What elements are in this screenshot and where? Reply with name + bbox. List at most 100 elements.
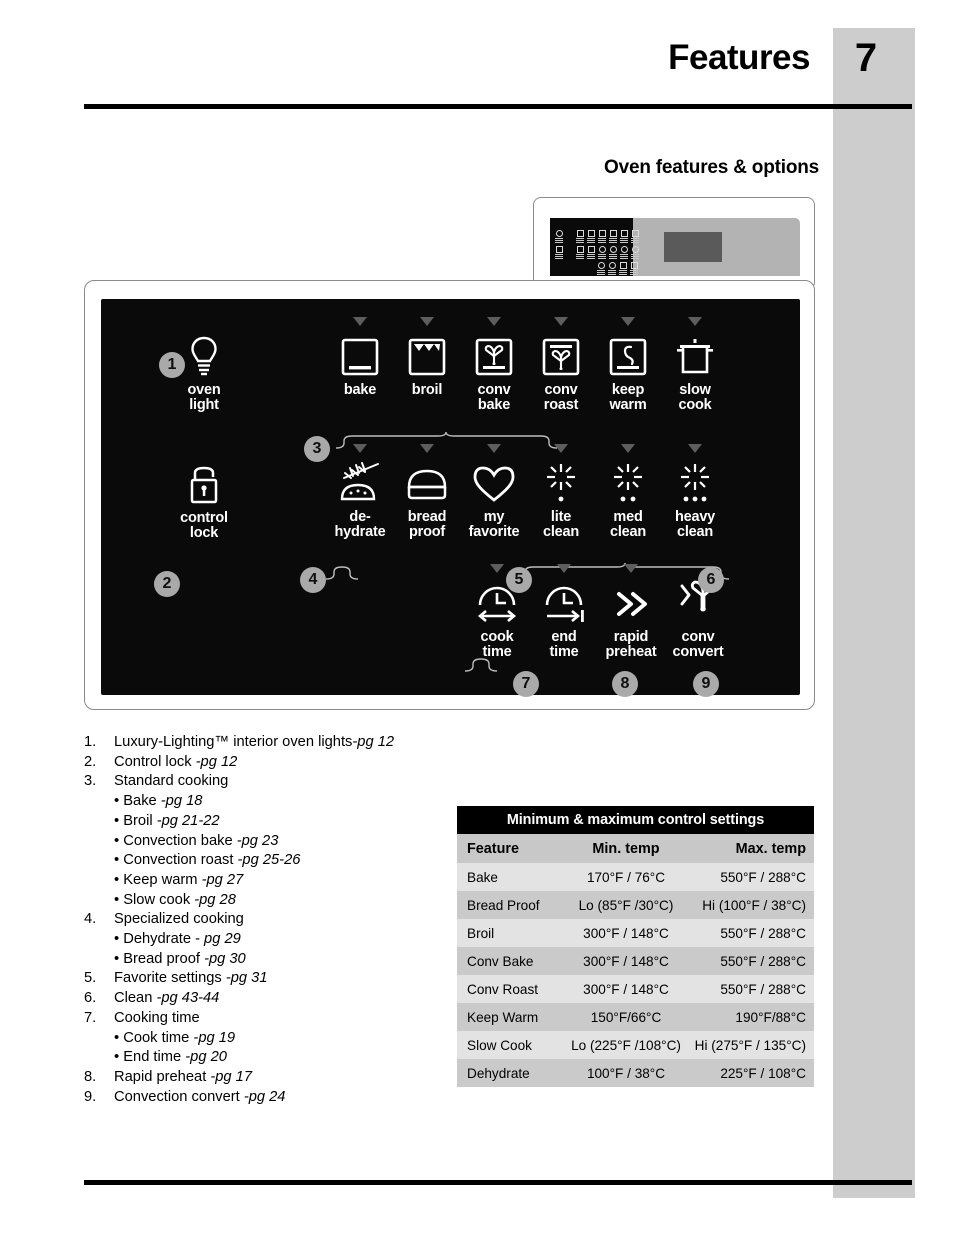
mini-key — [598, 246, 606, 259]
mini-row-1 — [555, 230, 563, 243]
mini-row-3 — [597, 262, 638, 275]
feature-list-item: 5. Favorite settings -pg 31 — [84, 969, 454, 989]
list-number: 3. — [84, 773, 97, 790]
feature-list-subitem: • Convection bake -pg 23 — [114, 832, 279, 849]
list-text: Clean -pg 43-44 — [114, 990, 220, 1007]
cell-max-temp: 550°F / 288°C — [691, 975, 814, 1003]
table-header-row: Feature Min. temp Max. temp — [457, 834, 814, 863]
mini-key — [631, 230, 639, 243]
mini-key — [619, 262, 627, 275]
page-ref: -pg 20 — [185, 1049, 227, 1066]
list-number: 4. — [84, 911, 97, 928]
table-row: Bake 170°F / 76°C 550°F / 288°C — [457, 863, 814, 891]
mini-key — [555, 246, 563, 259]
padlock-icon — [165, 459, 243, 511]
table-title: Minimum & maximum control settings — [457, 806, 814, 834]
caret-down-icon — [353, 317, 367, 326]
cell-feature: Broil — [457, 919, 561, 947]
convection-convert-icon — [659, 564, 737, 630]
list-text: Control lock -pg 12 — [114, 753, 238, 770]
cell-min-temp: 300°F / 148°C — [561, 919, 691, 947]
table-row: Keep Warm 150°F/66°C 190°F/88°C — [457, 1003, 814, 1031]
button-heavy-clean[interactable]: heavy clean — [656, 444, 734, 540]
mini-key — [598, 230, 606, 243]
cell-feature: Bake — [457, 863, 561, 891]
mini-key — [555, 230, 563, 243]
mini-key — [576, 246, 584, 259]
page-ref: -pg 18 — [160, 793, 203, 810]
mini-key — [576, 230, 584, 243]
list-number: 9. — [84, 1088, 97, 1105]
page-ref: -pg 28 — [194, 891, 236, 908]
page-ref: -pg 30 — [204, 950, 246, 967]
mini-control-panel — [550, 218, 639, 276]
mini-key — [587, 246, 595, 259]
cell-max-temp: 550°F / 288°C — [691, 919, 814, 947]
button-slow-cook[interactable]: slow cook — [656, 317, 734, 413]
table-header-min-temp: Min. temp — [561, 834, 691, 863]
oven-display-screen — [664, 232, 722, 262]
list-text: Convection convert -pg 24 — [114, 1088, 286, 1105]
list-text: Specialized cooking — [114, 911, 244, 928]
feature-list-subitem: • Broil -pg 21-22 — [114, 812, 220, 829]
control-panel-card: oven light bake broil conv bake conv roa… — [84, 280, 815, 710]
button-control-lock[interactable]: control lock — [165, 459, 243, 541]
page-side-band — [833, 28, 915, 1198]
button-label: slow cook — [678, 382, 712, 413]
list-number: 2. — [84, 753, 97, 770]
feature-list-subitem: • Keep warm -pg 27 — [114, 871, 244, 888]
list-text: Luxury-Lighting™ interior oven lights-pg… — [114, 734, 395, 750]
control-panel-surface: oven light bake broil conv bake conv roa… — [101, 299, 800, 697]
mini-key — [609, 246, 617, 259]
caret-down-icon — [420, 317, 434, 326]
section-title: Oven features & options — [604, 157, 819, 178]
list-text: Rapid preheat -pg 17 — [114, 1068, 253, 1085]
cell-max-temp: 550°F / 288°C — [691, 863, 814, 891]
list-number: 8. — [84, 1068, 97, 1085]
caret-down-icon — [624, 564, 638, 573]
page-number: 7 — [854, 36, 878, 80]
cell-min-temp: Lo (85°F /30°C) — [561, 891, 691, 919]
list-text: Favorite settings -pg 31 — [114, 970, 268, 987]
page-ref: -pg 19 — [193, 1029, 236, 1046]
mini-row-2b — [576, 246, 639, 259]
mini-key — [620, 230, 628, 243]
feature-list-item: 8. Rapid preheat -pg 17 — [84, 1068, 454, 1088]
page-title: Features — [668, 38, 810, 77]
table-row: Broil 300°F / 148°C 550°F / 288°C — [457, 919, 814, 947]
callout-badge-3: 3 — [304, 436, 330, 462]
list-number: 1. — [84, 734, 97, 750]
cell-feature: Slow Cook — [457, 1031, 561, 1059]
feature-list-item: 4. Specialized cooking — [84, 910, 454, 930]
table-body: Bake 170°F / 76°C 550°F / 288°C Bread Proof… — [457, 863, 814, 1087]
table-row: Bread Proof Lo (85°F /30°C) Hi (100°F / 38… — [457, 891, 814, 919]
page-ref: -pg 12 — [352, 734, 395, 750]
callout-badge-5: 5 — [506, 567, 532, 593]
caret-down-icon — [554, 317, 568, 326]
button-label: heavy clean — [674, 509, 716, 540]
button-label: conv convert — [672, 629, 724, 660]
mini-key — [608, 262, 616, 275]
caret-down-icon — [688, 317, 702, 326]
page-header: Features 7 — [84, 36, 914, 110]
list-number: 7. — [84, 1009, 97, 1026]
table-row: Slow Cook Lo (225°F /108°C) Hi (275°F / 13… — [457, 1031, 814, 1059]
list-number: 5. — [84, 970, 97, 987]
page-ref: -pg 31 — [225, 970, 268, 987]
table-row: Conv Bake 300°F / 148°C 550°F / 288°C — [457, 947, 814, 975]
cell-feature: Conv Bake — [457, 947, 561, 975]
table-row: Dehydrate 100°F / 38°C 225°F / 108°C — [457, 1059, 814, 1087]
clean-3-dot-icon — [656, 458, 734, 510]
caret-down-icon — [353, 444, 367, 453]
feature-list-subitem: • End time -pg 20 — [114, 1049, 227, 1066]
mini-key — [597, 262, 605, 275]
mini-key — [631, 246, 639, 259]
cell-min-temp: Lo (225°F /108°C) — [561, 1031, 691, 1059]
mini-key — [620, 246, 628, 259]
cell-max-temp: 190°F/88°C — [691, 1003, 814, 1031]
page-ref: -pg 21-22 — [156, 812, 220, 829]
appliance-body — [550, 218, 800, 276]
feature-list-subitem: • Bake -pg 18 — [114, 793, 203, 810]
page-ref: -pg 24 — [243, 1088, 286, 1105]
page-ref: -pg 25-26 — [237, 852, 301, 869]
